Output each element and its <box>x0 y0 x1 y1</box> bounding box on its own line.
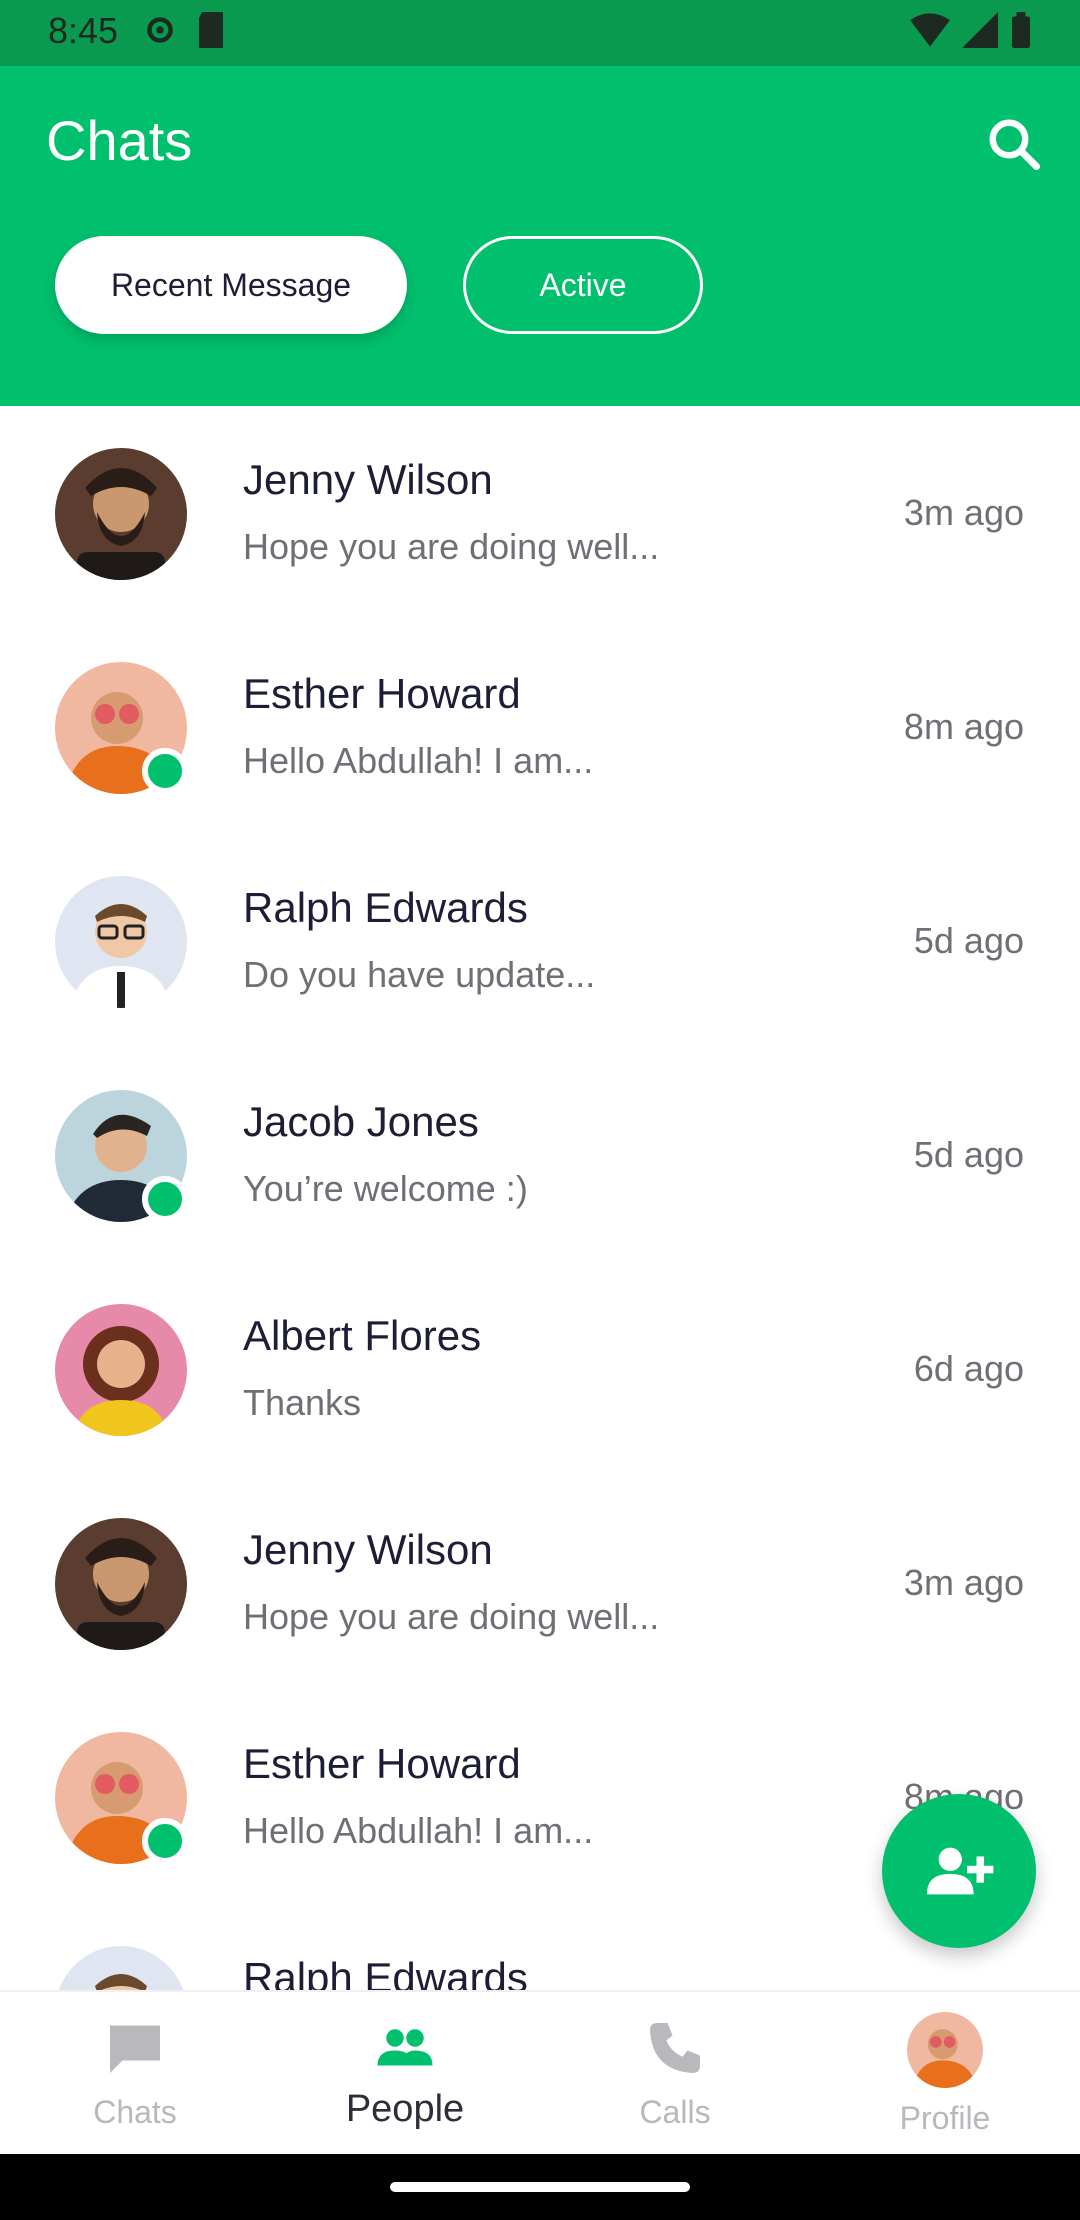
page-title: Chats <box>46 109 193 172</box>
bottom-navigation: Chats People Calls Profile <box>0 1990 1080 2156</box>
chat-list[interactable]: Jenny Wilson Hope you are doing well... … <box>0 406 1080 1990</box>
nav-label: Calls <box>639 2094 711 2130</box>
nav-label: Chats <box>93 2094 177 2130</box>
status-time: 8:45 <box>48 10 119 51</box>
nav-profile[interactable]: Profile <box>810 1992 1080 2156</box>
chat-row[interactable]: Albert Flores Thanks 6d ago <box>0 1262 1080 1476</box>
message-preview: Hope you are doing well... <box>243 1596 660 1637</box>
chat-row[interactable]: Jenny Wilson Hope you are doing well... … <box>0 406 1080 620</box>
status-icons-left <box>142 12 226 48</box>
message-preview: You’re welcome :) <box>243 1168 528 1209</box>
avatar <box>55 1304 187 1436</box>
message-time: 5d ago <box>913 920 1024 961</box>
message-preview: Hope you are doing well... <box>243 526 660 567</box>
add-person-icon <box>926 1847 994 1895</box>
wifi-icon <box>910 13 950 47</box>
chat-row[interactable]: Jenny Wilson Hope you are doing well... … <box>0 1476 1080 1690</box>
contact-name: Ralph Edwards <box>243 1954 528 1990</box>
nav-label: People <box>345 2088 465 2130</box>
message-preview: Hello Abdullah! I am... <box>243 1810 594 1851</box>
online-indicator <box>142 1176 188 1222</box>
nav-label: Profile <box>899 2100 991 2136</box>
message-preview: Do you have update... <box>243 954 596 995</box>
contact-name: Esther Howard <box>243 670 521 717</box>
chat-row[interactable]: Jacob Jones You’re welcome :) 5d ago <box>0 1048 1080 1262</box>
message-preview: Thanks <box>243 1382 362 1423</box>
contact-name: Ralph Edwards <box>243 884 528 931</box>
nav-people[interactable]: People <box>270 1992 540 2156</box>
avatar <box>55 876 187 1008</box>
contact-name: Esther Howard <box>243 1740 521 1787</box>
avatar <box>55 1946 187 1990</box>
recent-message-filter[interactable]: Recent Message <box>55 236 407 334</box>
status-icons-right <box>910 12 1032 48</box>
message-preview: Hello Abdullah! I am... <box>243 740 594 781</box>
message-time: 8m ago <box>903 706 1024 747</box>
settings-gear-icon <box>147 17 173 43</box>
contact-name: Jacob Jones <box>243 1098 479 1145</box>
profile-avatar <box>907 2012 983 2088</box>
active-filter[interactable]: Active <box>463 236 703 334</box>
search-icon <box>989 119 1040 170</box>
signal-icon <box>962 12 998 48</box>
nav-chats[interactable]: Chats <box>0 1992 270 2156</box>
battery-icon <box>1012 12 1030 48</box>
add-contact-button[interactable] <box>882 1794 1036 1948</box>
sd-card-icon <box>199 12 223 48</box>
system-gesture-bar <box>0 2154 1080 2220</box>
contact-name: Albert Flores <box>243 1312 482 1359</box>
contact-name: Jenny Wilson <box>243 456 493 503</box>
chat-icon <box>110 2025 160 2073</box>
message-time: 3m ago <box>903 1562 1024 1603</box>
avatar <box>55 1518 187 1650</box>
avatar <box>55 448 187 580</box>
message-time: 6d ago <box>913 1348 1024 1389</box>
contact-name: Jenny Wilson <box>243 1526 493 1573</box>
online-indicator <box>142 1818 188 1864</box>
message-time: 5d ago <box>913 1134 1024 1175</box>
search-button[interactable] <box>984 114 1044 174</box>
home-handle[interactable] <box>390 2182 690 2192</box>
people-icon <box>377 2029 433 2066</box>
phone-icon <box>650 2023 700 2073</box>
message-time: 3m ago <box>903 492 1024 533</box>
chat-row[interactable]: Esther Howard Hello Abdullah! I am... 8m… <box>0 620 1080 834</box>
online-indicator <box>142 748 188 794</box>
chat-row[interactable]: Ralph Edwards Do you have update... 5d a… <box>0 834 1080 1048</box>
status-bar: 8:45 <box>0 0 1080 66</box>
nav-calls[interactable]: Calls <box>540 1992 810 2156</box>
app-header: Chats Recent Message Active <box>0 66 1080 406</box>
